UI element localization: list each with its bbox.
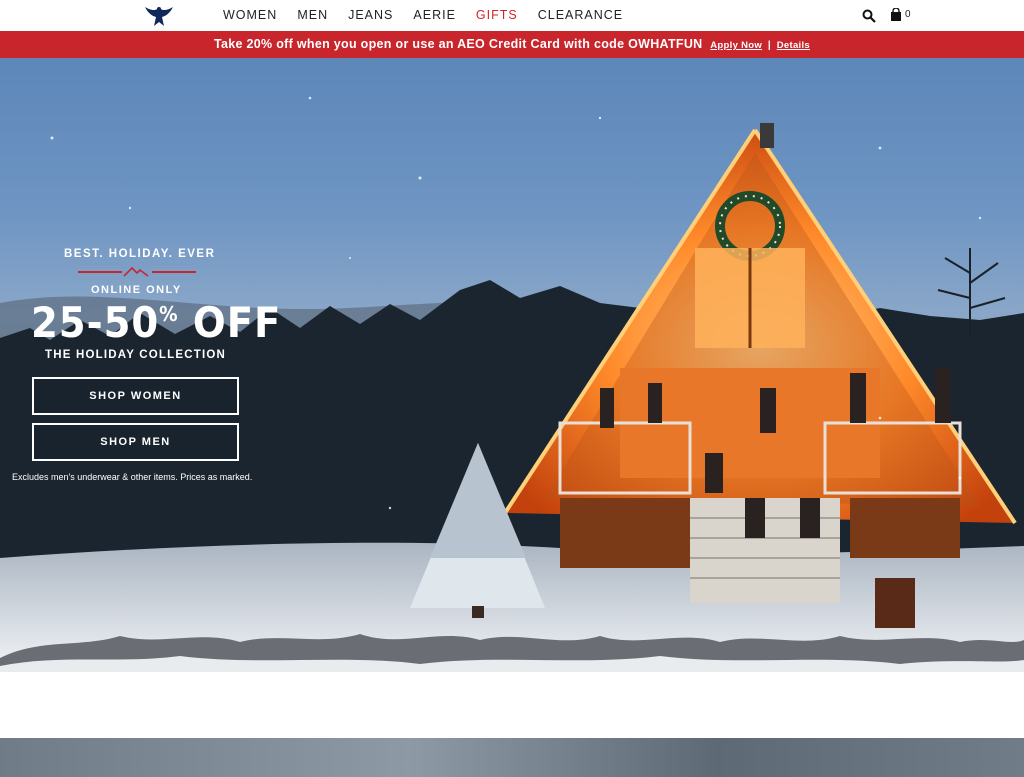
shopping-bag-icon[interactable] [890, 8, 902, 21]
cabin-scene-image [0, 96, 1024, 672]
hero-discount: 25-50% OFF [31, 298, 281, 347]
discount-percent: % [159, 302, 179, 326]
hero-collection: THE HOLIDAY COLLECTION [45, 349, 227, 361]
nav-clearance[interactable]: CLEARANCE [538, 8, 623, 22]
apply-now-link[interactable]: Apply Now [710, 40, 762, 51]
promo-separator: | [767, 40, 771, 51]
hero-banner[interactable]: BEST. HOLIDAY. EVER ONLINE ONLY 25-50% O… [0, 58, 1024, 672]
bag-count[interactable]: 0 [905, 9, 911, 20]
main-nav: WOMEN MEN JEANS AERIE GIFTS CLEARANCE [223, 8, 643, 22]
discount-value: 25-50 [31, 298, 160, 347]
next-section-image [0, 738, 1024, 777]
details-link[interactable]: Details [777, 40, 810, 51]
nav-gifts[interactable]: GIFTS [476, 8, 518, 22]
nav-aerie[interactable]: AERIE [413, 8, 456, 22]
mountain-divider-icon [78, 266, 196, 277]
shop-women-button[interactable]: SHOP WOMEN [32, 377, 239, 415]
eagle-logo-icon[interactable] [144, 4, 174, 28]
hero-eyebrow: BEST. HOLIDAY. EVER [64, 248, 216, 260]
promo-text: Take 20% off when you open or use an AEO… [214, 37, 703, 51]
nav-jeans[interactable]: JEANS [348, 8, 393, 22]
hero-online-only: ONLINE ONLY [91, 284, 182, 296]
search-icon[interactable] [862, 9, 876, 23]
hero-disclaimer: Excludes men's underwear & other items. … [12, 472, 253, 482]
discount-off: OFF [192, 298, 282, 347]
promo-banner: Take 20% off when you open or use an AEO… [0, 31, 1024, 58]
shop-men-button[interactable]: SHOP MEN [32, 423, 239, 461]
nav-women[interactable]: WOMEN [223, 8, 277, 22]
site-header: WOMEN MEN JEANS AERIE GIFTS CLEARANCE 0 [0, 0, 1024, 31]
nav-men[interactable]: MEN [297, 8, 328, 22]
